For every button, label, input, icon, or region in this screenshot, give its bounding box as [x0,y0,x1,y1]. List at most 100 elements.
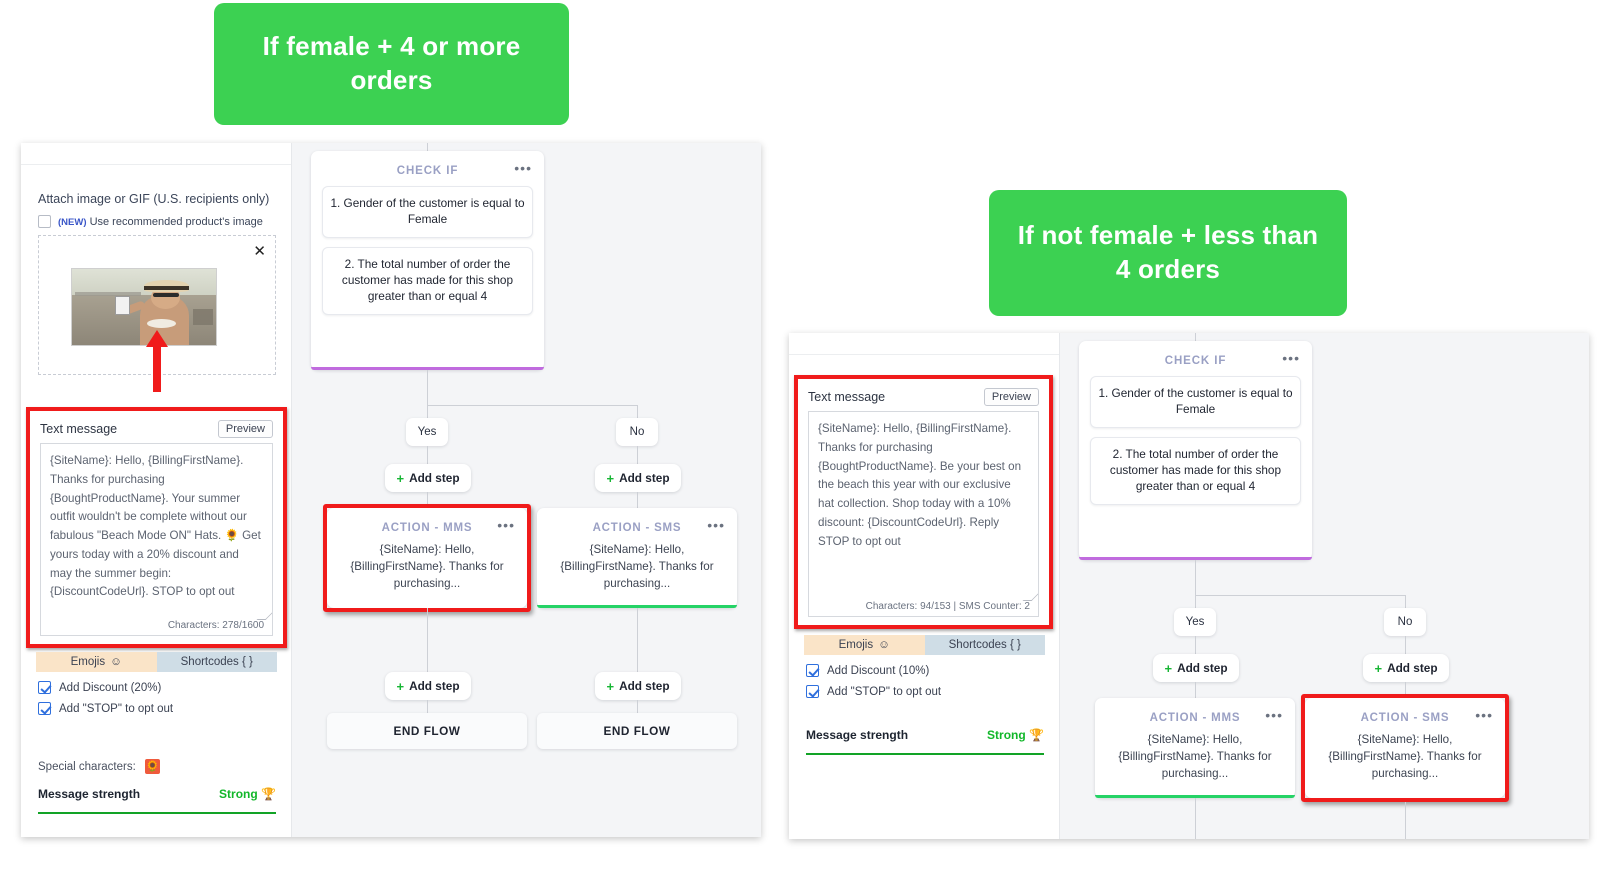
add-step-label: Add step [1177,661,1228,675]
plus-icon: + [396,470,405,486]
tab-emojis-label: Emojis [70,656,106,668]
add-step-button-yes[interactable]: + Add step [1153,654,1239,682]
connector [1195,595,1405,596]
add-stop-checkbox[interactable] [806,685,819,698]
branch-label-yes[interactable]: Yes [406,418,448,446]
action-sms-node[interactable]: ••• ACTION - SMS {SiteName}: Hello, {Bil… [1305,698,1505,798]
branch-label-yes[interactable]: Yes [1174,608,1216,636]
message-strength-bar [38,812,276,814]
tab-shortcodes[interactable]: Shortcodes { } [924,635,1045,655]
special-characters-row: Special characters: 🌻 [38,759,160,774]
attach-image-label: Attach image or GIF (U.S. recipients onl… [38,192,270,206]
message-strength-label: Message strength [38,787,141,801]
add-step-button-no-2[interactable]: + Add step [595,672,681,700]
add-step-label: Add step [619,471,670,485]
special-character-chip[interactable]: 🌻 [144,759,160,774]
action-sms-node[interactable]: ••• ACTION - SMS {SiteName}: Hello, {Bil… [537,508,737,608]
message-strength-value: Strong 🏆 [987,728,1044,742]
preview-button[interactable]: Preview [983,387,1039,407]
use-recommended-image-checkbox[interactable] [38,215,51,228]
connector [637,446,638,464]
node-menu-icon[interactable]: ••• [1282,351,1300,365]
left-text-message-card: Text message Preview {SiteName}: Hello, … [26,407,287,648]
condition-1[interactable]: 1. Gender of the customer is equal to Fe… [1090,376,1301,428]
condition-2[interactable]: 2. The total number of order the custome… [322,246,533,315]
left-screenshot-panel: Attach image or GIF (U.S. recipients onl… [21,143,761,837]
action-mms-node[interactable]: ••• ACTION - MMS {SiteName}: Hello, {Bil… [327,508,527,608]
editor-top-strip [789,333,1059,355]
check-if-node[interactable]: ••• CHECK IF 1. Gender of the customer i… [1079,341,1312,560]
plus-icon: + [606,470,615,486]
action-mms-node[interactable]: ••• ACTION - MMS {SiteName}: Hello, {Bil… [1095,698,1295,798]
right-screenshot-panel: Text message Preview {SiteName}: Hello, … [789,333,1589,839]
plus-icon: + [1374,660,1383,676]
connector [427,446,428,464]
callout-banner-left: If female + 4 or more orders [214,3,569,125]
connector [1405,682,1406,698]
node-menu-icon[interactable]: ••• [514,161,532,175]
plus-icon: + [606,678,615,694]
message-strength-text: Strong [219,787,258,801]
connector [1195,636,1196,654]
end-flow-no[interactable]: END FLOW [537,713,737,749]
editor-top-strip [21,143,291,165]
tab-emojis[interactable]: Emojis ☺ [36,652,157,672]
red-up-arrow-annotation [146,330,168,392]
use-recommended-image-row[interactable]: (NEW) Use recommended product's image [38,215,263,228]
node-menu-icon[interactable]: ••• [497,518,515,532]
check-if-node[interactable]: ••• CHECK IF 1. Gender of the customer i… [311,151,544,370]
text-message-input[interactable]: {SiteName}: Hello, {BillingFirstName}. T… [40,443,273,636]
condition-1[interactable]: 1. Gender of the customer is equal to Fe… [322,186,533,238]
left-flow-canvas: ••• CHECK IF 1. Gender of the customer i… [293,143,761,837]
add-step-label: Add step [409,471,460,485]
resize-grip-icon[interactable] [256,611,272,620]
left-message-editor: Attach image or GIF (U.S. recipients onl… [21,143,292,837]
action-mms-body: {SiteName}: Hello, {BillingFirstName}. T… [1118,733,1272,780]
editor-body: Attach image or GIF (U.S. recipients onl… [21,165,291,837]
add-step-button-no[interactable]: + Add step [595,464,681,492]
add-step-button-yes-2[interactable]: + Add step [385,672,471,700]
add-stop-checkbox[interactable] [38,702,51,715]
text-message-header: Text message Preview [808,387,1039,407]
node-menu-icon[interactable]: ••• [707,518,725,532]
tab-shortcodes-label: Shortcodes { } [948,639,1021,651]
option-add-stop[interactable]: Add "STOP" to opt out [38,702,173,715]
editor-body: Text message Preview {SiteName}: Hello, … [789,355,1059,839]
add-discount-checkbox[interactable] [806,664,819,677]
text-message-input[interactable]: {SiteName}: Hello, {BillingFirstName}. T… [808,411,1039,617]
text-message-body: {SiteName}: Hello, {BillingFirstName}. T… [818,422,1025,548]
use-recommended-image-text: Use recommended product's image [89,215,263,228]
option-add-stop[interactable]: Add "STOP" to opt out [806,685,941,698]
message-strength-label: Message strength [806,728,909,742]
trophy-icon: 🏆 [261,787,276,801]
branch-label-no[interactable]: No [1384,608,1426,636]
connector [427,608,428,672]
connector [427,143,428,151]
connector [1195,333,1196,341]
tab-shortcodes[interactable]: Shortcodes { } [156,652,277,672]
special-characters-label: Special characters: [38,760,136,773]
connector [1405,802,1406,839]
callout-banner-right: If not female + less than 4 orders [989,190,1347,316]
text-message-header: Text message Preview [40,419,273,439]
right-text-message-card: Text message Preview {SiteName}: Hello, … [794,375,1053,629]
condition-2[interactable]: 2. The total number of order the custome… [1090,436,1301,505]
node-menu-icon[interactable]: ••• [1265,708,1283,722]
connector [1195,560,1196,595]
end-flow-yes[interactable]: END FLOW [327,713,527,749]
tab-emojis[interactable]: Emojis ☺ [804,635,925,655]
option-add-discount[interactable]: Add Discount (10%) [806,664,929,677]
remove-image-icon[interactable]: ✕ [253,244,266,259]
option-add-discount[interactable]: Add Discount (20%) [38,681,161,694]
add-step-button-yes[interactable]: + Add step [385,464,471,492]
branch-label-no[interactable]: No [616,418,658,446]
left-message-strength-row: Message strength Strong 🏆 [38,787,276,801]
resize-grip-icon[interactable] [1022,592,1038,601]
add-step-button-no[interactable]: + Add step [1363,654,1449,682]
node-menu-icon[interactable]: ••• [1475,708,1493,722]
add-discount-checkbox[interactable] [38,681,51,694]
preview-button[interactable]: Preview [217,419,273,439]
tab-emojis-label: Emojis [838,639,874,651]
new-badge: (NEW) [58,216,87,228]
text-message-title: Text message [808,390,886,404]
